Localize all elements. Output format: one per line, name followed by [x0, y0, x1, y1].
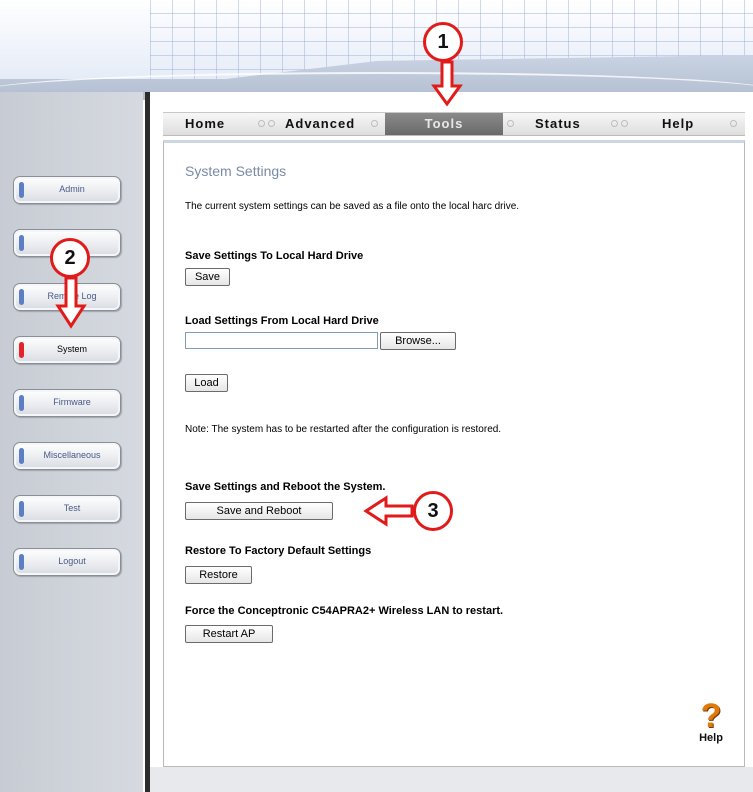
- annotation-arrow-2: [55, 276, 87, 329]
- annotation-marker-1: 1: [423, 22, 463, 62]
- annotation-marker-2: 2: [50, 238, 90, 278]
- annotation-arrow-1: [431, 60, 463, 107]
- annotation-arrows: [55, 60, 463, 527]
- annotation-arrow-3: [363, 495, 414, 527]
- annotation-marker-3: 3: [413, 491, 453, 531]
